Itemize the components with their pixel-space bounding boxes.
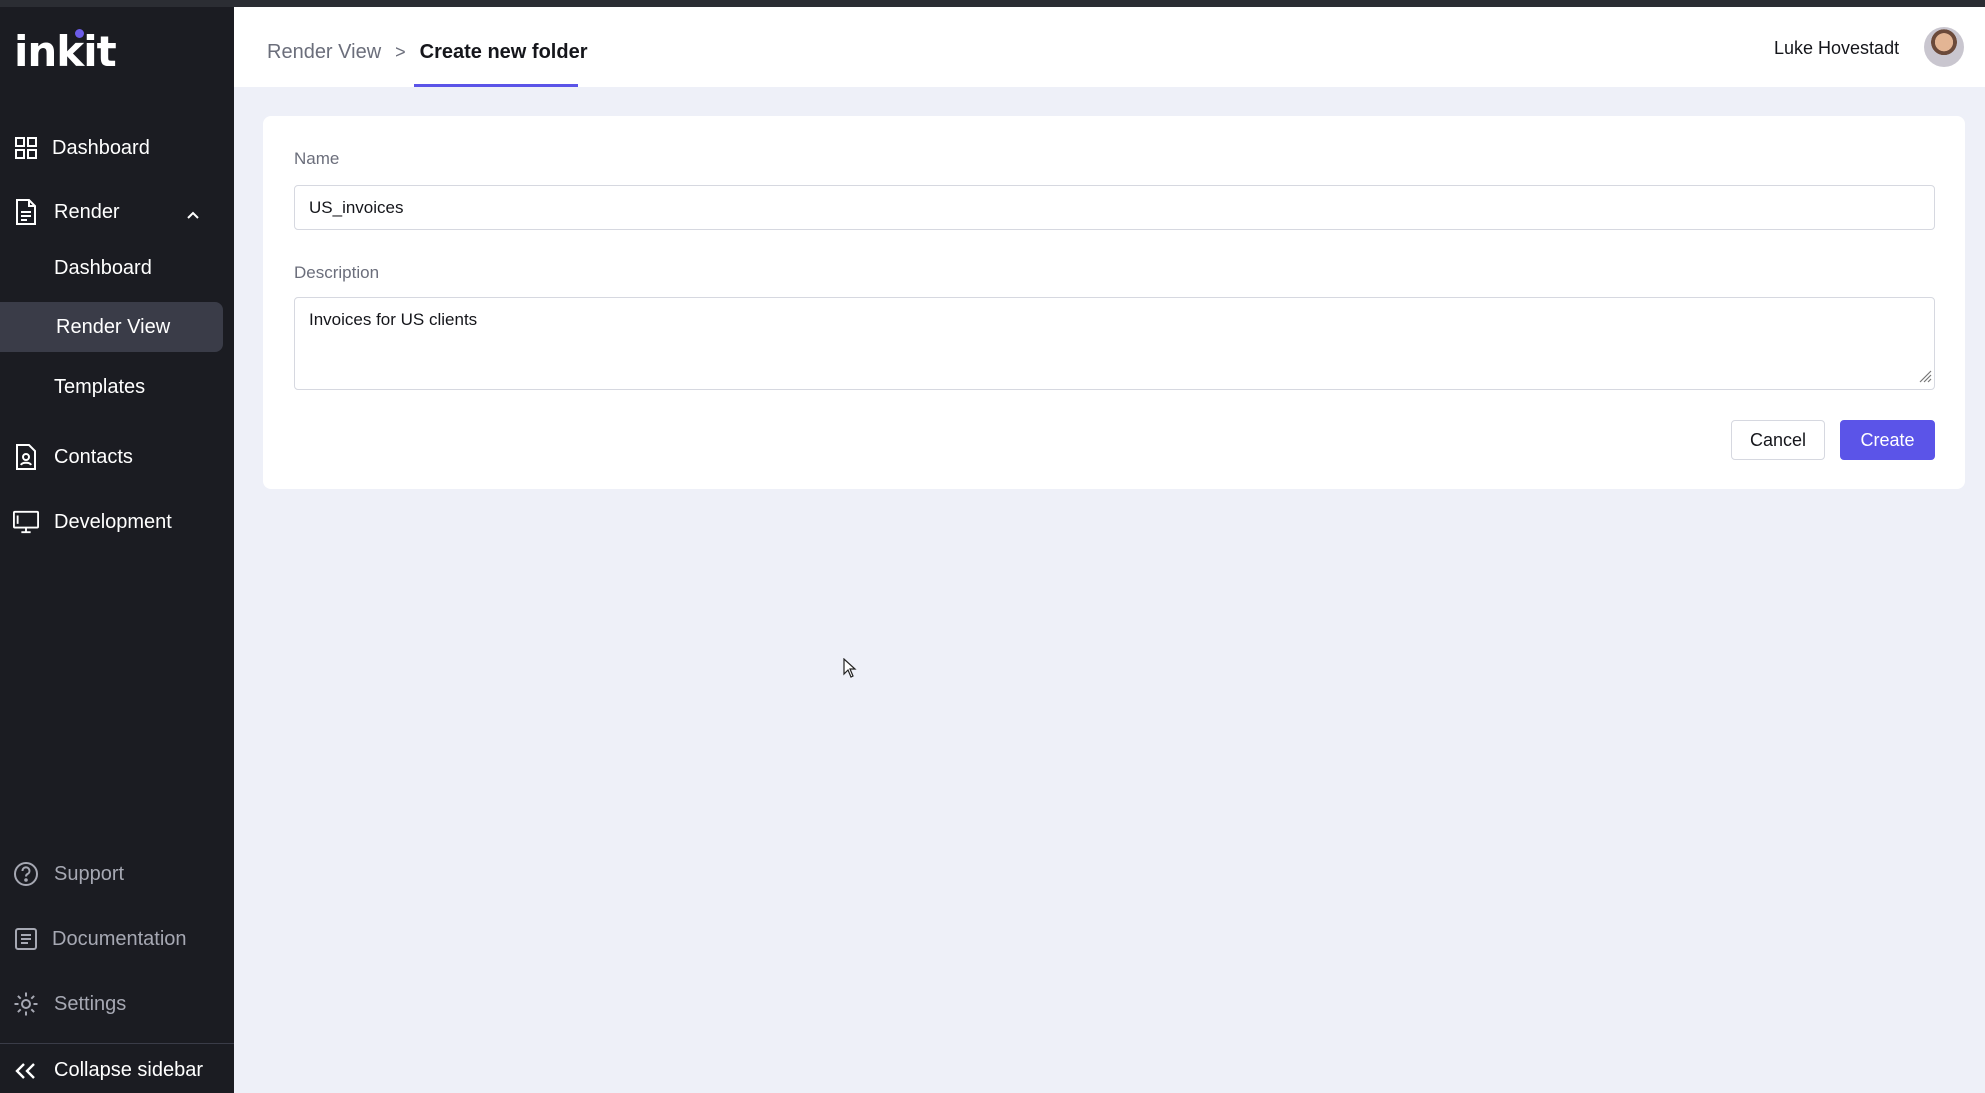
create-folder-form: Name Description Invoices for US clients… [263, 116, 1965, 489]
cancel-button[interactable]: Cancel [1731, 420, 1825, 460]
list-doc-icon [13, 926, 39, 952]
sidebar-item-dashboard[interactable]: Dashboard [0, 123, 234, 173]
breadcrumb-separator: > [395, 42, 406, 62]
sidebar-item-documentation[interactable]: Documentation [0, 914, 234, 964]
sidebar-item-label: Support [54, 862, 125, 885]
name-input[interactable] [294, 185, 1935, 230]
collapse-sidebar-label: Collapse sidebar [54, 1059, 203, 1081]
breadcrumb-parent-link[interactable]: Render View [267, 41, 381, 64]
sidebar-item-label: Documentation [52, 927, 187, 950]
sidebar-subitem-templates[interactable]: Templates [0, 362, 234, 412]
logo-accent-dot [75, 29, 84, 38]
grid-icon [13, 135, 39, 161]
sidebar-item-settings[interactable]: Settings [0, 979, 234, 1029]
sidebar-item-render[interactable]: Render [0, 187, 234, 237]
name-label: Name [294, 149, 340, 168]
top-header: Render View > Create new folder Luke Hov… [234, 7, 1985, 87]
sidebar: inkit Dashboard Render Dashboard Render … [0, 7, 234, 1093]
sidebar-item-label: Development [54, 510, 172, 533]
user-name[interactable]: Luke Hovestadt [1774, 38, 1899, 59]
sidebar-item-label: Render View [56, 315, 171, 338]
mouse-cursor-icon [843, 658, 857, 678]
breadcrumb: Render View > Create new folder [267, 41, 587, 64]
active-tab-underline [414, 84, 578, 87]
sidebar-item-development[interactable]: Development [0, 497, 234, 547]
chevron-up-icon[interactable] [186, 205, 200, 219]
sidebar-item-label: Dashboard [54, 256, 152, 279]
sidebar-item-label: Contacts [54, 445, 133, 468]
window-top-bar [0, 0, 1985, 7]
sidebar-item-contacts[interactable]: Contacts [0, 432, 234, 482]
description-textarea[interactable]: Invoices for US clients [294, 297, 1935, 390]
double-chevron-left-icon [13, 1058, 39, 1084]
sidebar-divider [0, 1043, 234, 1044]
resize-handle-icon[interactable] [1918, 369, 1932, 383]
monitor-icon [13, 509, 39, 535]
sidebar-item-support[interactable]: Support [0, 849, 234, 899]
avatar[interactable] [1924, 27, 1964, 67]
gear-icon [13, 991, 39, 1017]
breadcrumb-current: Create new folder [419, 41, 588, 63]
sidebar-subitem-dashboard[interactable]: Dashboard [0, 243, 234, 293]
sidebar-item-label: Render [54, 200, 120, 223]
collapse-sidebar-button[interactable]: Collapse sidebar [0, 1048, 234, 1093]
sidebar-subitem-render-view[interactable]: Render View [0, 302, 223, 352]
help-circle-icon [13, 861, 39, 887]
document-icon [13, 199, 39, 225]
sidebar-item-label: Dashboard [52, 136, 150, 159]
sidebar-item-label: Templates [54, 375, 146, 398]
create-button[interactable]: Create [1840, 420, 1935, 460]
description-label: Description [294, 263, 380, 282]
contact-icon [13, 444, 39, 470]
sidebar-item-label: Settings [54, 992, 127, 1015]
inkit-logo[interactable]: inkit [14, 27, 117, 76]
